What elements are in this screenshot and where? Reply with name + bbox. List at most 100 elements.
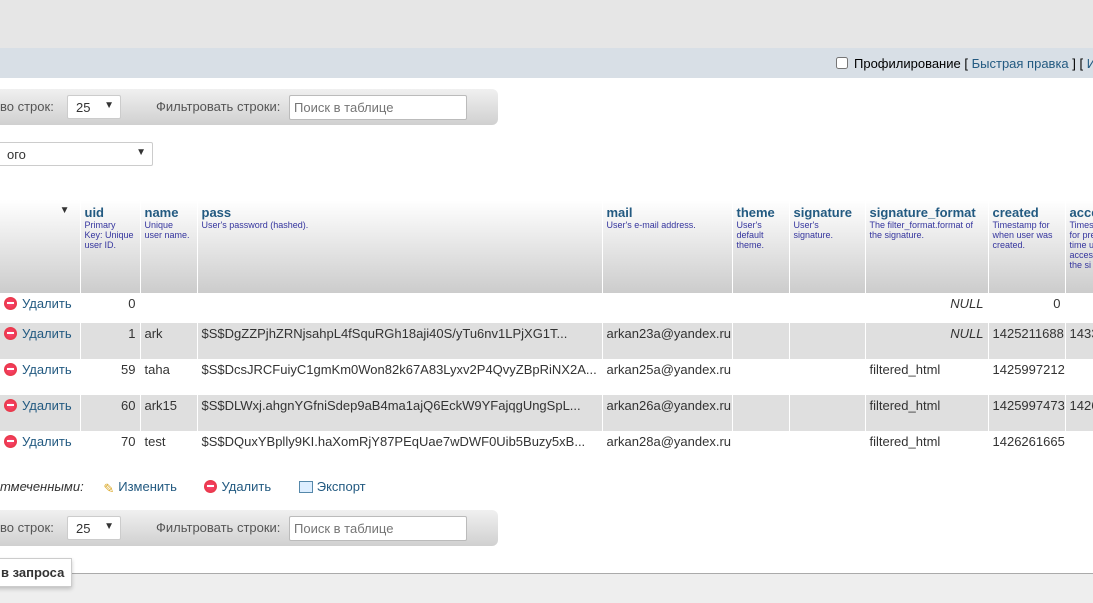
column-description: User's password (hashed). [201, 220, 309, 230]
cell-mail[interactable] [602, 293, 732, 323]
delete-row-button[interactable]: Удалить [0, 431, 80, 467]
cell-created[interactable]: 1425997212 [988, 359, 1065, 395]
cell-signature_format[interactable]: filtered_html [865, 431, 988, 467]
column-header-uid[interactable]: uid Primary Key: Unique user ID. [80, 200, 141, 293]
cell-pass[interactable]: $S$DcsJRCFuiyC1gmKm0Won82k67A83Lyxv2P4Qv… [197, 359, 602, 395]
column-name: name [144, 205, 179, 220]
export-label: Экспорт [316, 479, 366, 494]
cell-access[interactable]: 1426 [1065, 395, 1093, 431]
cell-pass[interactable] [197, 293, 602, 323]
rows-label: во строк: [0, 520, 54, 535]
bulk-export-button[interactable]: Экспорт [298, 479, 370, 494]
navigation-bar-top: во строк: 25 ▼ Фильтровать строки: [0, 89, 498, 125]
column-header-signature[interactable]: signature User's signature. [789, 200, 866, 293]
bottom-panel [0, 573, 1093, 603]
delete-label: Удалить [22, 398, 72, 413]
filter-label: Фильтровать строки: [156, 99, 281, 114]
cell-pass[interactable]: $S$DLWxj.ahgnYGfniSdep9aB4ma1ajQ6EckW9YF… [197, 395, 602, 431]
cell-signature[interactable] [789, 323, 865, 359]
filter-rows-input[interactable] [289, 516, 467, 541]
column-header-created[interactable]: created Timestamp for when user was creat… [988, 200, 1066, 293]
next-link[interactable]: И [1087, 56, 1093, 71]
profiling-label: Профилирование [854, 56, 961, 71]
delete-label: Удалить [22, 434, 72, 449]
cell-theme[interactable] [732, 431, 789, 467]
cell-name[interactable]: ark [140, 323, 197, 359]
bulk-edit-button[interactable]: ✎ Изменить [103, 479, 181, 496]
delete-row-button[interactable]: Удалить [0, 359, 80, 395]
cell-uid[interactable]: 1 [80, 323, 140, 359]
cell-pass[interactable]: $S$DQuxYBplly9KI.haXomRjY87PEqUae7wDWF0U… [197, 431, 602, 467]
cell-signature[interactable] [789, 293, 865, 323]
delete-icon [4, 297, 17, 310]
query-tab-label: в запроса [1, 565, 65, 580]
cell-pass[interactable]: $S$DgZZPjhZRNjsahpL4fSquRGh18aji40S/yTu6… [197, 323, 602, 359]
dropdown-arrow-icon: ▼ [136, 147, 146, 158]
cell-access[interactable]: 1433 [1065, 323, 1093, 359]
cell-uid[interactable]: 60 [80, 395, 140, 431]
cell-signature_format[interactable]: filtered_html [865, 395, 988, 431]
cell-created[interactable]: 1426261665 [988, 431, 1065, 467]
cell-mail[interactable]: arkan26a@yandex.ru [602, 395, 732, 431]
cell-name[interactable] [140, 293, 197, 323]
cell-signature_format[interactable]: NULL [865, 293, 988, 323]
cell-access[interactable] [1065, 359, 1093, 395]
filter-rows-input[interactable] [289, 95, 467, 120]
cell-created[interactable]: 1425211688 [988, 323, 1065, 359]
cell-mail[interactable]: arkan23a@yandex.ru [602, 323, 732, 359]
query-tab[interactable]: в запроса [0, 558, 72, 587]
cell-created[interactable]: 1425997473 [988, 395, 1065, 431]
delete-row-button[interactable]: Удалить [0, 293, 80, 323]
filter-label: Фильтровать строки: [156, 520, 281, 535]
cell-access[interactable] [1065, 293, 1093, 323]
column-name: acce [1069, 205, 1093, 220]
rows-label: во строк: [0, 99, 54, 114]
cell-mail[interactable]: arkan28a@yandex.ru [602, 431, 732, 467]
cell-uid[interactable]: 70 [80, 431, 140, 467]
cell-signature_format[interactable]: NULL [865, 323, 988, 359]
column-description: Timestamp for when user was created. [992, 220, 1053, 250]
cell-name[interactable]: taha [140, 359, 197, 395]
column-header-signature_format[interactable]: signature_format The filter_format.format… [865, 200, 989, 293]
cell-signature[interactable] [789, 395, 865, 431]
delete-label: Удалить [22, 296, 72, 311]
column-name: theme [736, 205, 775, 220]
sort-triangle-icon[interactable]: ▼ [60, 205, 70, 216]
rows-per-page-select[interactable]: 25 ▼ [67, 516, 121, 540]
delete-icon [4, 399, 17, 412]
cell-signature[interactable] [789, 359, 865, 395]
cell-theme[interactable] [732, 293, 789, 323]
profiling-checkbox[interactable] [836, 57, 848, 69]
cell-mail[interactable]: arkan25a@yandex.ru [602, 359, 732, 395]
cell-theme[interactable] [732, 323, 789, 359]
column-header-mail[interactable]: mail User's e-mail address. [602, 200, 733, 293]
column-header-theme[interactable]: theme User's default theme. [732, 200, 790, 293]
quick-edit-link[interactable]: Быстрая правка [972, 56, 1069, 71]
cell-theme[interactable] [732, 395, 789, 431]
cell-theme[interactable] [732, 359, 789, 395]
delete-label: Удалить [221, 479, 272, 494]
bracket: [ [1079, 56, 1084, 71]
cell-access[interactable] [1065, 431, 1093, 467]
column-description: User's signature. [793, 220, 834, 240]
cell-uid[interactable]: 0 [80, 293, 140, 323]
cell-uid[interactable]: 59 [80, 359, 140, 395]
rows-value: 25 [76, 521, 91, 536]
column-header-acce[interactable]: acceTimes for pre time u acces the si [1065, 200, 1093, 293]
column-header-pass[interactable]: pass User's password (hashed). [197, 200, 603, 293]
table-row: Удалить 60 ark15 $S$DLWxj.ahgnYGfniSdep9aB4… [0, 395, 1093, 431]
delete-row-button[interactable]: Удалить [0, 395, 80, 431]
sort-select[interactable]: ого ▼ [0, 142, 153, 166]
cell-name[interactable]: ark15 [140, 395, 197, 431]
cell-signature[interactable] [789, 431, 865, 467]
column-description: User's e-mail address. [606, 220, 696, 230]
table-row: Удалить 59 taha $S$DcsJRCFuiyC1gmKm0Won82k6… [0, 359, 1093, 395]
table-row: Удалить 1 ark $S$DgZZPjhZRNjsahpL4fSquRGh18… [0, 323, 1093, 359]
bulk-delete-button[interactable]: Удалить [204, 479, 275, 494]
cell-name[interactable]: test [140, 431, 197, 467]
delete-row-button[interactable]: Удалить [0, 323, 80, 359]
cell-created[interactable]: 0 [988, 293, 1065, 323]
cell-signature_format[interactable]: filtered_html [865, 359, 988, 395]
column-header-name[interactable]: name Unique user name. [140, 200, 198, 293]
rows-per-page-select[interactable]: 25 ▼ [67, 95, 121, 119]
